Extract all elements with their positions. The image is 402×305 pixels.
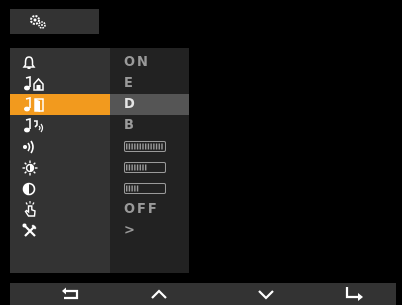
level-bar-tick: [139, 164, 141, 171]
music-house-icon: [24, 75, 44, 91]
volume-level-bar: [124, 141, 166, 152]
menu-row-intercom-ringtone[interactable]: B: [10, 115, 189, 136]
level-bar-tick: [136, 185, 139, 192]
level-bar-tick: [128, 185, 131, 192]
menu-row-value: D: [110, 94, 189, 115]
menu-row-value: E: [124, 76, 135, 91]
level-bar-tick: [153, 143, 155, 150]
brightness-icon: [22, 160, 38, 175]
menu-row-value: [110, 157, 189, 178]
level-bar-tick: [134, 143, 136, 150]
level-bar-tick: [147, 143, 150, 150]
back-icon: [62, 287, 79, 300]
bell-icon: [22, 55, 36, 69]
menu-row-ring-volume[interactable]: [10, 136, 189, 157]
level-bar-tick: [150, 143, 152, 150]
settings-menu: ON E D B OFF >: [10, 48, 189, 273]
down-icon: [258, 290, 274, 300]
menu-row-value: >: [124, 223, 137, 238]
menu-row-icon-cell: [10, 157, 110, 178]
contrast-level-bar: [124, 183, 166, 194]
menu-row-icon-cell: [10, 178, 110, 199]
enter-icon: [345, 287, 363, 301]
level-bar-tick: [142, 143, 144, 150]
menu-row-brightness[interactable]: [10, 157, 189, 178]
level-bar-outline: [124, 183, 166, 194]
level-bar-tick: [128, 143, 131, 150]
menu-row-value: [110, 178, 189, 199]
brightness-level-bar: [124, 162, 166, 173]
level-bar-tick: [158, 143, 160, 150]
menu-row-ringtone[interactable]: ON: [10, 52, 189, 73]
navigation-bar: [10, 283, 396, 305]
header-tab: [10, 9, 99, 34]
music-door-icon: [24, 96, 44, 112]
menu-row-icon-cell: [10, 199, 110, 220]
level-bar-tick: [136, 143, 139, 150]
menu-row-value: OFF: [124, 202, 159, 217]
settings-gears-icon: [30, 14, 46, 29]
level-bar-tick: [126, 164, 128, 171]
level-bar-tick: [142, 164, 144, 171]
level-bar-tick: [139, 143, 141, 150]
menu-row-contrast[interactable]: [10, 178, 189, 199]
menu-row-icon-cell: [10, 94, 110, 115]
menu-row-value: B: [124, 118, 136, 133]
menu-row-icon-cell: [10, 73, 110, 94]
level-bar-tick: [145, 143, 147, 150]
level-bar-tick: [131, 185, 133, 192]
level-bar-tick: [134, 164, 136, 171]
level-bar-tick: [128, 164, 131, 171]
back-button[interactable]: [61, 286, 81, 302]
tools-icon: [22, 223, 37, 237]
menu-row-icon-cell: [10, 220, 110, 241]
level-bar-tick: [136, 164, 139, 171]
level-bar-tick: [161, 143, 163, 150]
up-icon: [151, 289, 167, 299]
level-bar-tick: [155, 143, 158, 150]
enter-button[interactable]: [344, 286, 364, 302]
menu-row-icon-cell: [10, 52, 110, 73]
up-button[interactable]: [149, 286, 169, 302]
music-intercom-icon: [24, 117, 44, 132]
level-bar-tick: [131, 143, 133, 150]
menu-row-value: [110, 136, 189, 157]
level-bar-tick: [126, 143, 128, 150]
level-bar-tick: [126, 185, 128, 192]
menu-row-call-ringtone[interactable]: E: [10, 73, 189, 94]
menu-row-settings[interactable]: >: [10, 220, 189, 241]
touch-icon: [24, 200, 36, 217]
down-button[interactable]: [256, 286, 276, 302]
menu-row-icon-cell: [10, 115, 110, 136]
menu-row-door-ringtone[interactable]: D: [10, 94, 189, 115]
contrast-icon: [22, 182, 36, 195]
level-bar-tick: [134, 185, 136, 192]
menu-row-icon-cell: [10, 136, 110, 157]
menu-row-value: ON: [124, 55, 150, 70]
level-bar-tick: [131, 164, 133, 171]
volume-icon: [23, 140, 34, 153]
level-bar-tick: [145, 164, 147, 171]
menu-row-key-sound[interactable]: OFF: [10, 199, 189, 220]
